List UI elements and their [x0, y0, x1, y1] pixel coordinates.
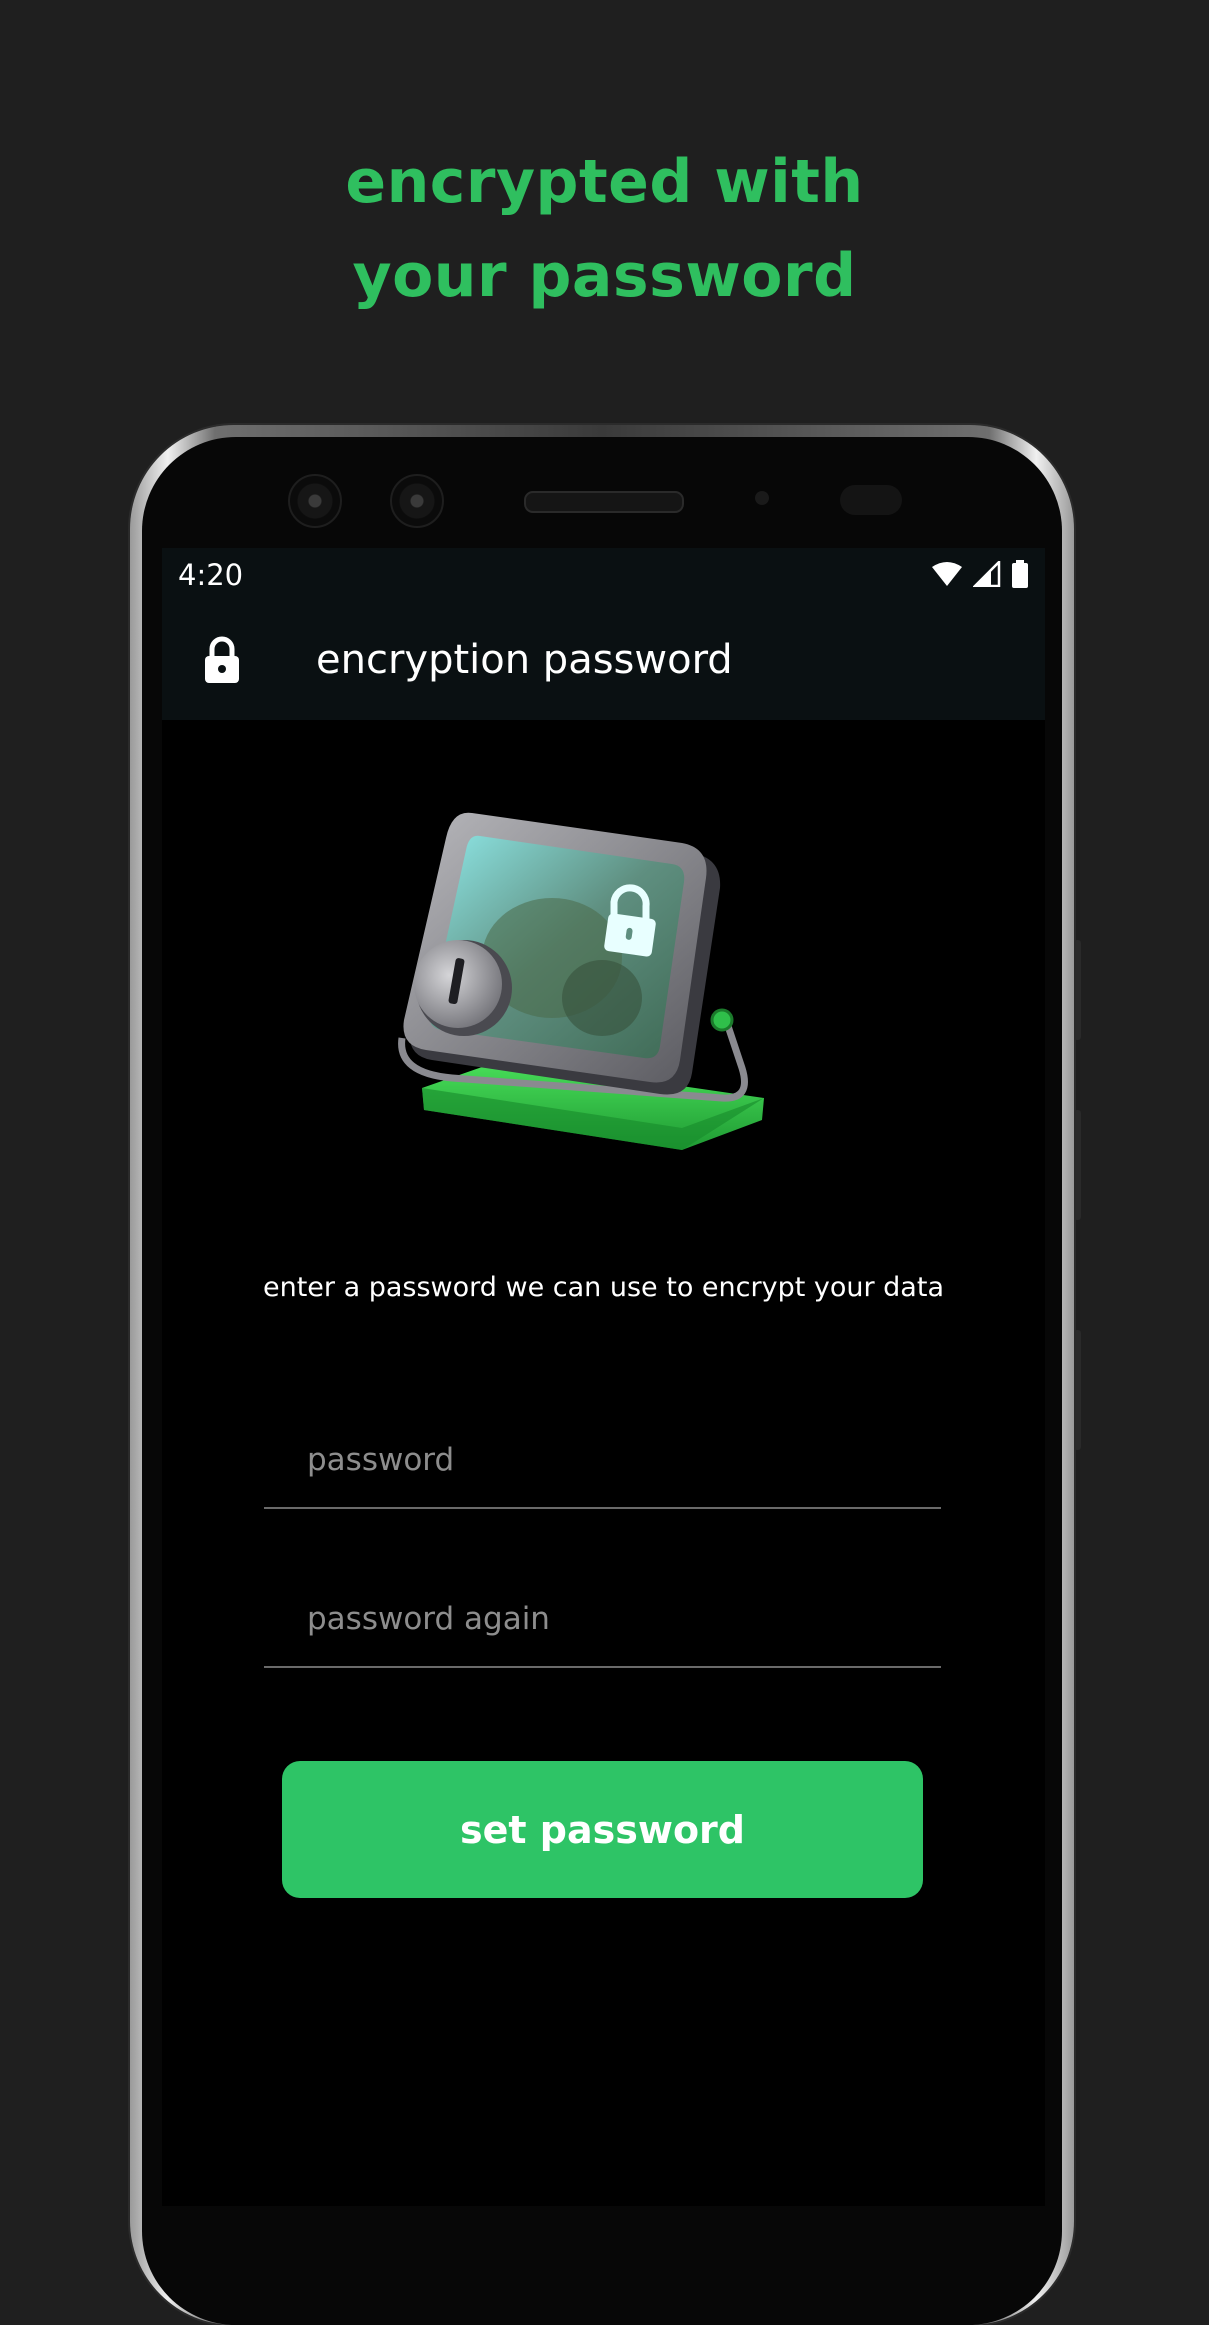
set-password-button[interactable]: set password [282, 1761, 923, 1898]
lock-icon [205, 636, 239, 683]
password-field [264, 1397, 941, 1509]
ambient-sensor [840, 485, 902, 515]
wifi-icon [932, 562, 962, 586]
password-again-input[interactable] [264, 1594, 941, 1644]
marketing-headline: encrypted with your password [0, 135, 1209, 323]
app-bar-title: encryption password [316, 637, 733, 683]
password-confirm-field [264, 1556, 941, 1668]
headline-line-2: your password [352, 241, 857, 311]
battery-icon [1012, 560, 1028, 588]
volume-down-button [1074, 1330, 1081, 1450]
app-bar: encryption password [162, 600, 1045, 720]
front-camera-left [288, 474, 342, 528]
encryption-prompt: enter a password we can use to encrypt y… [263, 1272, 944, 1303]
power-button [1074, 940, 1081, 1040]
volume-up-button [1074, 1110, 1081, 1220]
proximity-sensor [755, 491, 769, 505]
headline-line-1: encrypted with [345, 147, 864, 217]
front-camera-right [390, 474, 444, 528]
status-bar: 4:20 [162, 548, 1045, 600]
password-input[interactable] [264, 1435, 941, 1485]
status-icons [931, 560, 1029, 588]
earpiece-speaker [524, 491, 684, 513]
status-time: 4:20 [178, 558, 244, 592]
encrypted-device-illustration [398, 812, 764, 1150]
cell-signal-icon [973, 561, 1001, 587]
phone-screen: 4:20 encryption password enter a passwor… [162, 548, 1045, 2206]
